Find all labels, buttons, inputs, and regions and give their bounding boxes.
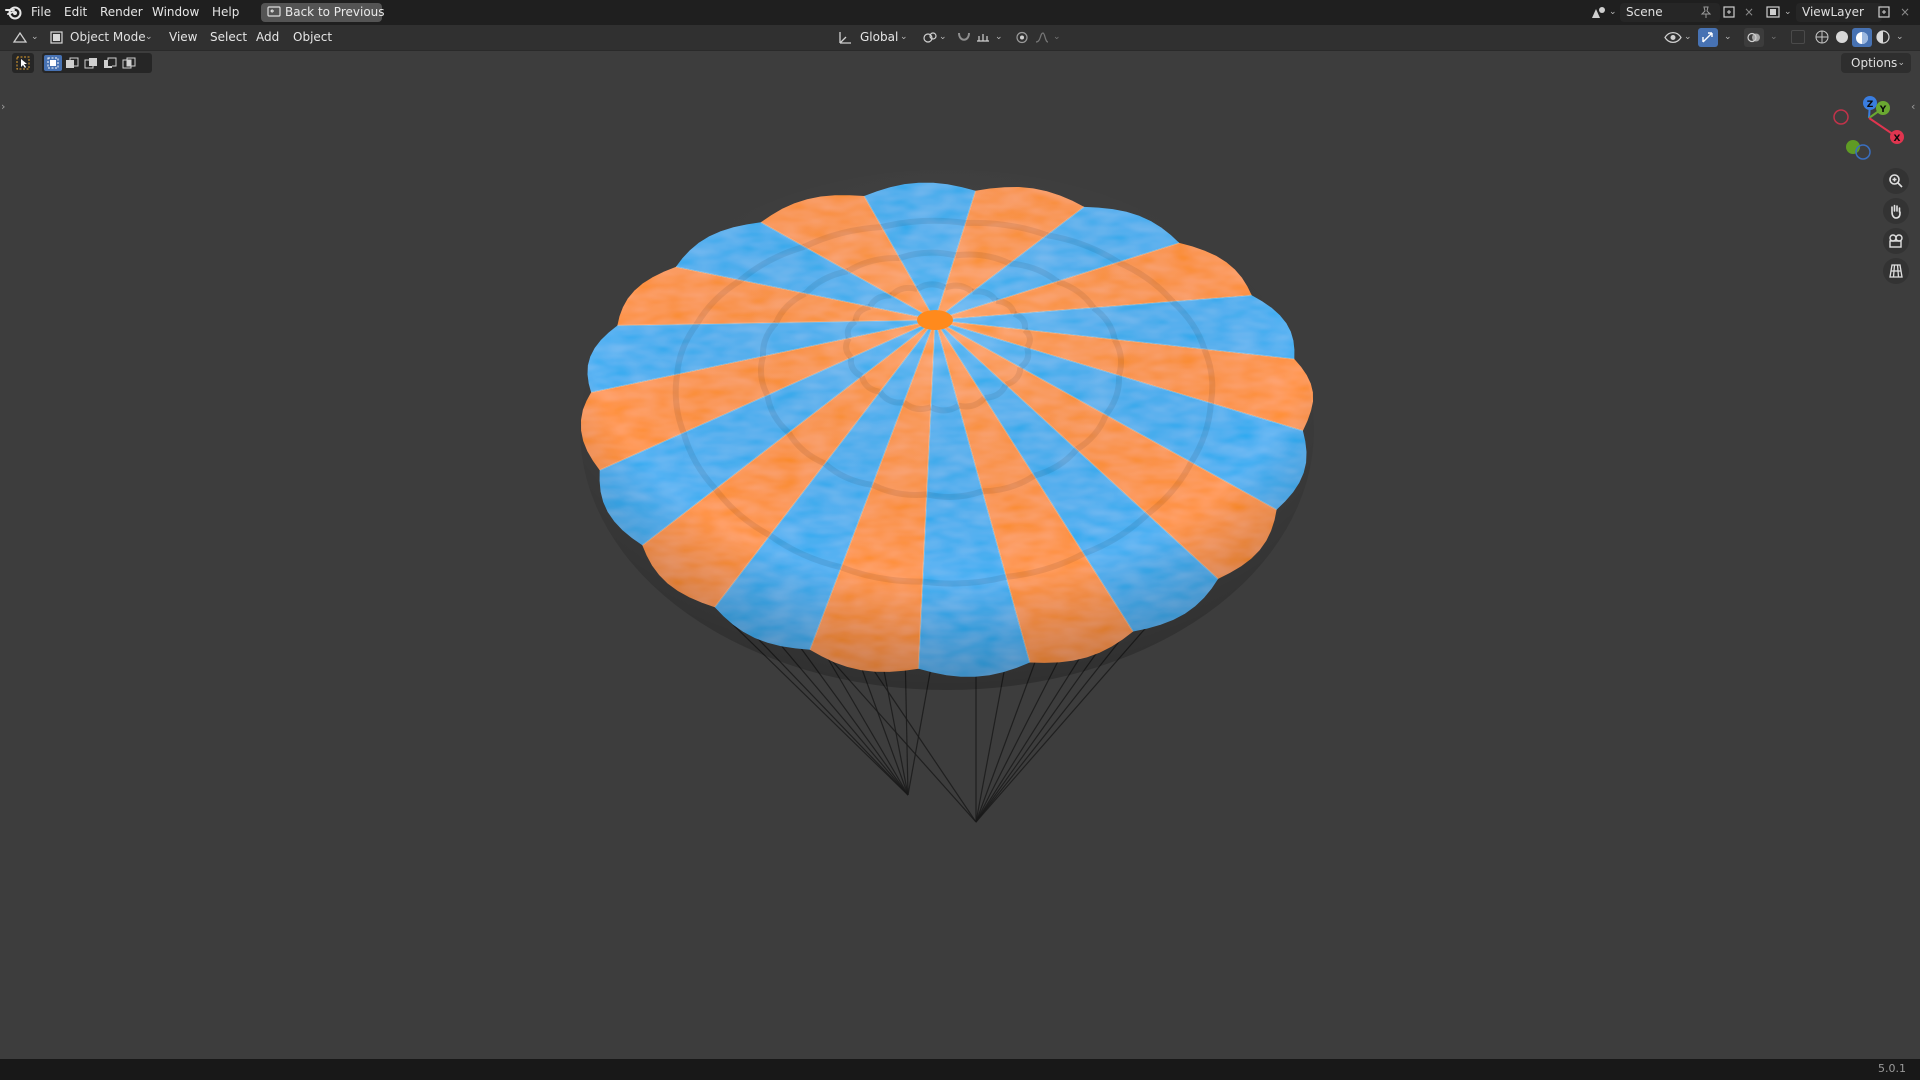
solid-shading-icon[interactable] bbox=[1834, 29, 1850, 45]
3d-viewport[interactable] bbox=[0, 51, 1920, 1059]
xray-toggle-icon[interactable] bbox=[1791, 30, 1805, 44]
object-mode-icon bbox=[50, 31, 63, 44]
editor-type-icon[interactable] bbox=[12, 30, 30, 45]
gizmo-neg-x-icon bbox=[1833, 109, 1849, 125]
status-bar: 5.0.1 bbox=[0, 1059, 1920, 1080]
falloff-chevron-icon[interactable]: ⌄ bbox=[1053, 25, 1061, 50]
snap-chevron-icon[interactable]: ⌄ bbox=[995, 25, 1003, 50]
gizmo-y-label: Y bbox=[1879, 105, 1887, 115]
object-mode-chevron-icon: ⌄ bbox=[145, 32, 153, 42]
options-dropdown[interactable]: Options ⌄ bbox=[1841, 53, 1911, 73]
delete-view-layer-icon[interactable]: × bbox=[1900, 0, 1910, 25]
object-visibility-icon[interactable] bbox=[1664, 30, 1682, 45]
orientation-chevron-icon[interactable]: ⌄ bbox=[900, 25, 908, 50]
pin-icon[interactable] bbox=[1700, 6, 1712, 19]
selection-extend-icon[interactable] bbox=[65, 57, 79, 69]
menu-render[interactable]: Render bbox=[100, 0, 143, 25]
pivot-chevron-icon[interactable]: ⌄ bbox=[939, 25, 947, 50]
object-mode-label: Object Mode bbox=[70, 30, 146, 44]
overlays-toggle-button[interactable] bbox=[1744, 28, 1764, 47]
visibility-chevron-icon[interactable]: ⌄ bbox=[1684, 25, 1692, 50]
camera-view-button[interactable] bbox=[1883, 228, 1909, 254]
menu-file[interactable]: File bbox=[31, 0, 51, 25]
back-button-label: Back to Previous bbox=[285, 5, 385, 19]
viewport-header: ⌄ Object Mode ⌄ View Select Add Object G… bbox=[0, 25, 1920, 51]
gizmo-icon bbox=[1702, 32, 1713, 43]
selection-set-icon bbox=[47, 57, 59, 69]
scene-dropdown-chevron-icon[interactable]: ⌄ bbox=[1609, 0, 1617, 25]
pan-button[interactable] bbox=[1883, 198, 1909, 224]
shading-chevron-icon[interactable]: ⌄ bbox=[1896, 25, 1904, 50]
zoom-icon bbox=[1889, 174, 1903, 188]
select-box-tool-icon bbox=[16, 56, 30, 70]
rendered-shading-icon[interactable] bbox=[1875, 29, 1891, 45]
gizmo-neg-z-icon bbox=[1855, 144, 1871, 160]
new-view-layer-icon[interactable] bbox=[1877, 5, 1891, 19]
menu-view[interactable]: View bbox=[169, 25, 197, 50]
blender-logo-icon[interactable] bbox=[5, 4, 23, 21]
menu-help[interactable]: Help bbox=[212, 0, 239, 25]
options-chevron-icon: ⌄ bbox=[1897, 58, 1905, 68]
scene-name: Scene bbox=[1626, 5, 1663, 19]
new-scene-icon[interactable] bbox=[1722, 5, 1736, 19]
snap-increment-icon[interactable] bbox=[975, 30, 991, 45]
selection-subtract-icon[interactable] bbox=[84, 57, 98, 69]
proportional-editing-icon[interactable] bbox=[1014, 30, 1030, 45]
snap-icon[interactable] bbox=[956, 30, 972, 45]
select-tool-button[interactable] bbox=[12, 53, 34, 73]
gizmo-z-label: Z bbox=[1867, 100, 1874, 110]
zoom-button[interactable] bbox=[1883, 168, 1909, 194]
menu-edit[interactable]: Edit bbox=[64, 0, 87, 25]
material-preview-icon bbox=[1856, 32, 1868, 44]
top-bar: File Edit Render Window Help Back to Pre… bbox=[0, 0, 1920, 25]
overlays-chevron-icon[interactable]: ⌄ bbox=[1770, 25, 1778, 50]
menu-window[interactable]: Window bbox=[152, 0, 199, 25]
navigation-gizmo[interactable]: Z Y X bbox=[1820, 88, 1910, 163]
back-to-previous-button[interactable]: Back to Previous bbox=[261, 3, 385, 22]
sidebar-expand-arrow-icon[interactable]: ‹ bbox=[1911, 100, 1915, 113]
hand-icon bbox=[1891, 204, 1901, 219]
orientation-icon[interactable] bbox=[838, 30, 853, 45]
selection-mode-group bbox=[42, 53, 152, 73]
view-layer-icon[interactable] bbox=[1766, 5, 1782, 20]
view-layer-name: ViewLayer bbox=[1802, 5, 1864, 19]
orientation-label[interactable]: Global bbox=[860, 25, 898, 50]
overlays-icon bbox=[1747, 32, 1760, 43]
selection-intersect-icon[interactable] bbox=[122, 57, 136, 69]
selection-invert-icon[interactable] bbox=[103, 57, 117, 69]
pivot-point-icon[interactable] bbox=[922, 30, 938, 45]
gizmo-chevron-icon[interactable]: ⌄ bbox=[1724, 25, 1732, 50]
view-layer-field[interactable]: ViewLayer bbox=[1796, 3, 1882, 22]
projection-toggle-button[interactable] bbox=[1883, 258, 1909, 284]
gizmo-toggle-button[interactable] bbox=[1698, 28, 1718, 47]
grid-projection-icon bbox=[1889, 264, 1903, 278]
version-label: 5.0.1 bbox=[1878, 1062, 1906, 1075]
selection-set-button[interactable] bbox=[44, 55, 62, 71]
menu-object[interactable]: Object bbox=[293, 25, 332, 50]
object-mode-dropdown[interactable]: Object Mode ⌄ bbox=[48, 28, 156, 47]
camera-icon bbox=[1889, 234, 1903, 248]
material-preview-button[interactable] bbox=[1852, 28, 1872, 47]
menu-select[interactable]: Select bbox=[210, 25, 247, 50]
toolbar-expand-arrow-icon[interactable]: › bbox=[1, 100, 5, 113]
editor-type-chevron-icon[interactable]: ⌄ bbox=[31, 25, 39, 50]
scene-icon[interactable] bbox=[1590, 4, 1608, 21]
menu-add[interactable]: Add bbox=[256, 25, 279, 50]
wireframe-shading-icon[interactable] bbox=[1814, 29, 1830, 45]
back-screen-icon bbox=[267, 6, 281, 17]
falloff-icon[interactable] bbox=[1034, 30, 1050, 45]
options-label: Options bbox=[1851, 56, 1898, 70]
delete-scene-icon[interactable]: × bbox=[1744, 0, 1754, 25]
view-layer-dropdown-chevron-icon[interactable]: ⌄ bbox=[1784, 0, 1792, 25]
gizmo-x-label: X bbox=[1894, 134, 1901, 144]
